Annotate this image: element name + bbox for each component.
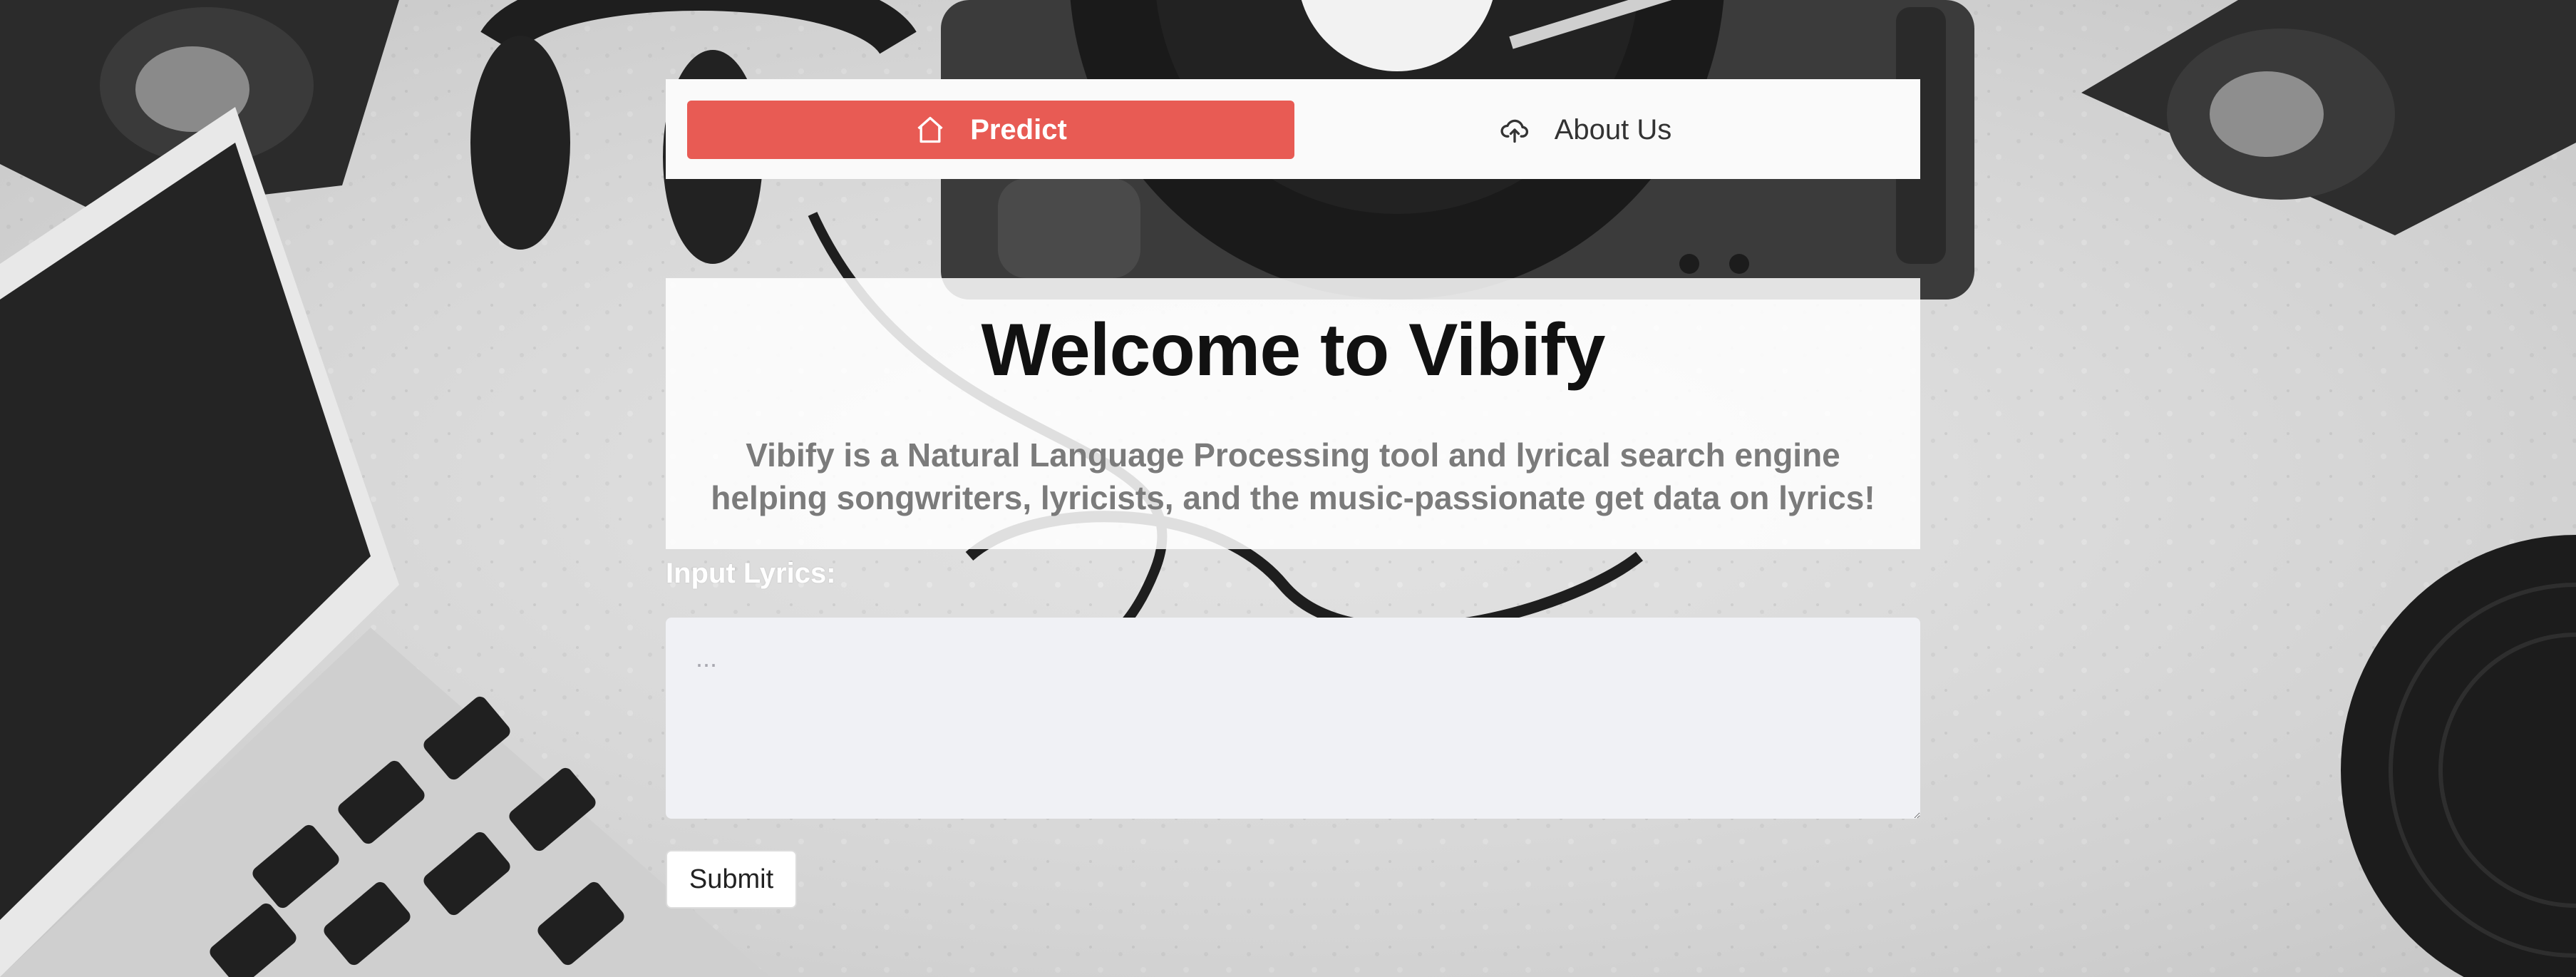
submit-button[interactable]: Submit [666, 850, 797, 909]
cloud-upload-icon [1500, 119, 1528, 143]
app-root: Predict About Us Welcome to Vibify Vibif… [0, 0, 2576, 977]
hero-card: Welcome to Vibify Vibify is a Natural La… [666, 278, 1920, 549]
lyrics-input-label: Input Lyrics: [666, 558, 836, 589]
nav-tab-about-us[interactable]: About Us [1379, 101, 1792, 159]
nav-tab-predict-label: Predict [970, 113, 1067, 145]
nav-tab-predict[interactable]: Predict [687, 101, 1294, 159]
lyrics-textarea[interactable] [666, 618, 1920, 819]
home-icon [917, 116, 943, 143]
page-subtitle: Vibify is a Natural Language Processing … [711, 436, 1875, 516]
nav-bar: Predict About Us [666, 79, 1920, 179]
nav-tab-about-us-label: About Us [1554, 113, 1672, 145]
page-title: Welcome to Vibify [981, 309, 1606, 392]
